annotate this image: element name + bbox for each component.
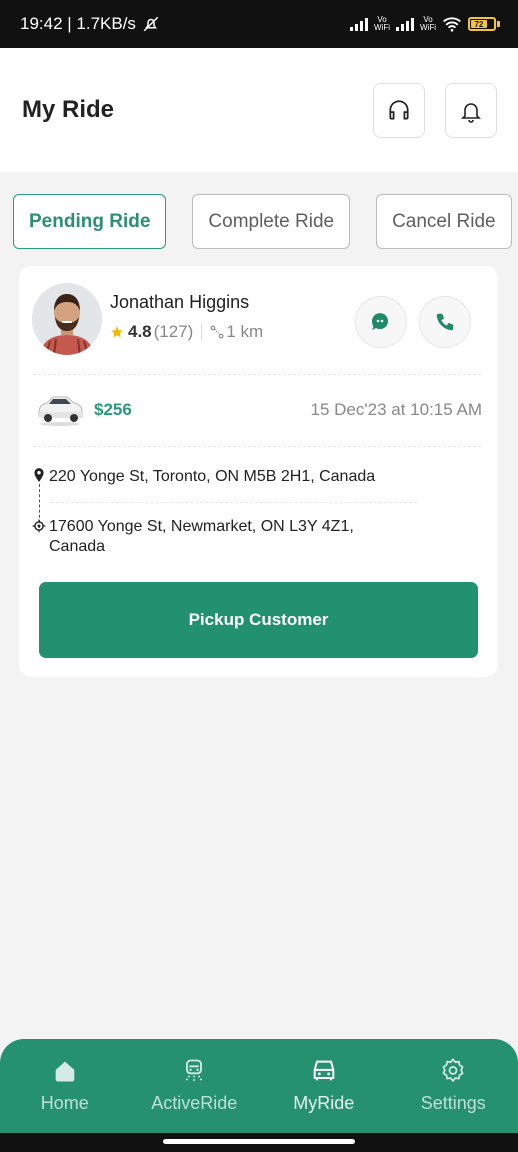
mute-icon [143,16,159,32]
nav-item-settings[interactable]: Settings [389,1039,518,1133]
nav-item-myride[interactable]: MyRide [259,1039,389,1133]
bell-icon [461,102,481,123]
signal-icon [350,17,368,31]
notification-button[interactable] [445,83,497,138]
divider [33,446,481,447]
headset-icon [389,99,409,119]
ride-card[interactable]: Jonathan Higgins 4.8 (127) 1 km $256 15 … [19,266,498,677]
ride-datetime: 15 Dec'23 at 10:15 AM [310,400,482,419]
support-button[interactable] [373,83,425,138]
status-right: Vo WiFi Vo WiFi 72 [350,16,500,32]
app-header: My Ride [0,48,518,172]
page-title: My Ride [22,96,115,123]
customer-distance: 1 km [226,322,264,341]
customer-name: Jonathan Higgins [110,292,250,312]
vowifi-bottom: WiFi [374,23,390,32]
nav-label-home: Home [40,1093,89,1113]
status-time-speed: 19:42 | 1.7KB/s [20,14,136,33]
pickup-customer-button[interactable]: Pickup Customer [39,582,478,658]
home-icon [55,1061,75,1082]
active-ride-icon [185,1059,204,1082]
ride-tabs: Pending Ride Complete Ride Cancel Ride [13,194,512,249]
customer-meta: 4.8 (127) 1 km [110,322,263,342]
car-icon [313,1060,335,1081]
star-icon [111,326,123,338]
status-bar: 19:42 | 1.7KB/s Vo WiFi Vo WiFi 72 [0,0,518,48]
status-left: 19:42 | 1.7KB/s [20,14,160,34]
nav-item-activeride[interactable]: ActiveRide [130,1039,260,1133]
vowifi-bottom-2: WiFi [420,23,436,32]
tab-pending-ride[interactable]: Pending Ride [13,194,167,249]
tab-cancel-ride[interactable]: Cancel Ride [376,194,512,249]
chat-button[interactable] [355,296,407,348]
phone-icon [436,313,454,331]
gear-icon [442,1058,464,1082]
rating-count: (127) [153,322,194,341]
signal-icon-2 [396,17,414,31]
home-indicator[interactable] [163,1139,355,1144]
battery-icon: 72 [468,17,500,31]
pickup-address: 220 Yonge St, Toronto, ON M5B 2H1, Canad… [49,468,376,485]
customer-rating: 4.8 [128,322,152,341]
battery-level: 72 [471,20,487,29]
vowifi-label-2: Vo WiFi [420,16,436,32]
car-image [38,396,83,426]
call-button[interactable] [419,296,471,348]
nav-label-activeride: ActiveRide [151,1093,238,1113]
customer-avatar [32,283,102,355]
nav-label-myride: MyRide [293,1093,355,1113]
pickup-pin-icon [34,468,44,482]
tab-complete-ride[interactable]: Complete Ride [192,194,351,249]
divider [33,374,481,375]
bottom-nav: Home ActiveRide MyRide Settings [0,1039,518,1133]
chat-icon [371,313,388,330]
gesture-bar [0,1133,518,1152]
divider [51,502,417,503]
ride-fare: $256 [94,400,132,419]
dropoff-address: 17600 Yonge St, Newmarket, ON L3Y 4Z1, C… [49,518,354,555]
vowifi-label: Vo WiFi [374,16,390,32]
nav-item-home[interactable]: Home [0,1039,130,1133]
dropoff-target-icon [32,519,46,533]
nav-label-settings: Settings [420,1093,486,1113]
route-distance-icon [210,325,224,339]
wifi-icon [443,17,461,32]
